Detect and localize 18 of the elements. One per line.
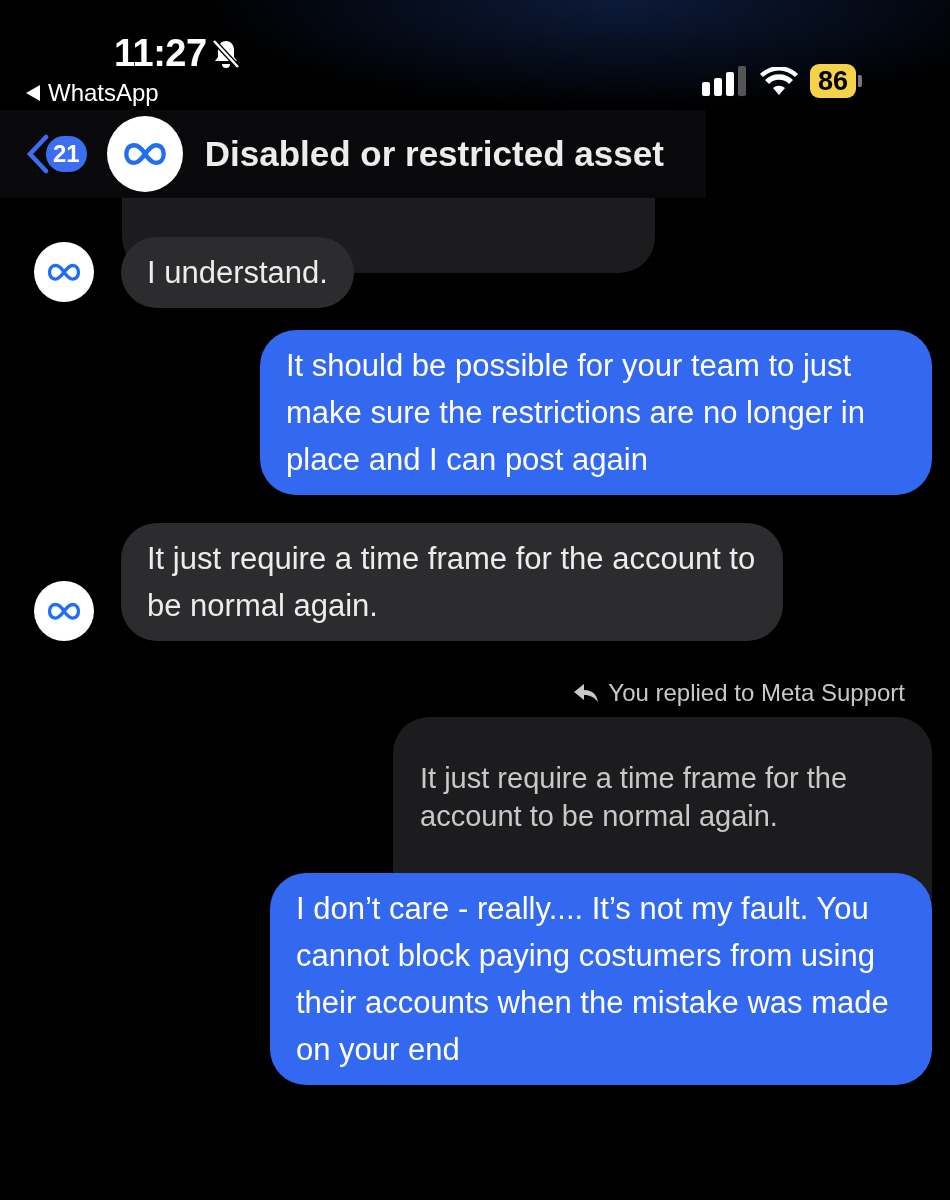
battery-indicator: 86 bbox=[809, 64, 862, 98]
message-bubble: I understand. bbox=[121, 237, 354, 308]
message-bubble: It should be possible for your team to just make sure the restrictions are no longer in place and I can post again bbox=[260, 330, 932, 495]
infinity-logo-icon bbox=[47, 262, 81, 282]
infinity-logo-icon bbox=[122, 141, 167, 167]
message-bubble: I don’t care - really.... It’s not my fault. You cannot block paying costumers from using their accounts when the mistake was made on your end bbox=[270, 873, 932, 1085]
clock-time: 11:27 bbox=[114, 32, 207, 75]
reply-arrow-icon bbox=[574, 684, 599, 702]
back-triangle-icon bbox=[26, 85, 40, 101]
message-bubble: It just require a time frame for the account to be normal again. bbox=[121, 523, 783, 641]
wifi-icon bbox=[759, 67, 798, 95]
chat-title: Disabled or restricted asset bbox=[204, 134, 664, 174]
infinity-logo-icon bbox=[47, 601, 81, 621]
bell-slash-icon bbox=[210, 37, 241, 70]
signal-bars-icon bbox=[701, 66, 748, 96]
chevron-left-icon bbox=[26, 134, 50, 174]
back-to-app-link[interactable]: WhatsApp bbox=[26, 79, 159, 107]
reply-label: You replied to Meta Support bbox=[608, 679, 905, 707]
